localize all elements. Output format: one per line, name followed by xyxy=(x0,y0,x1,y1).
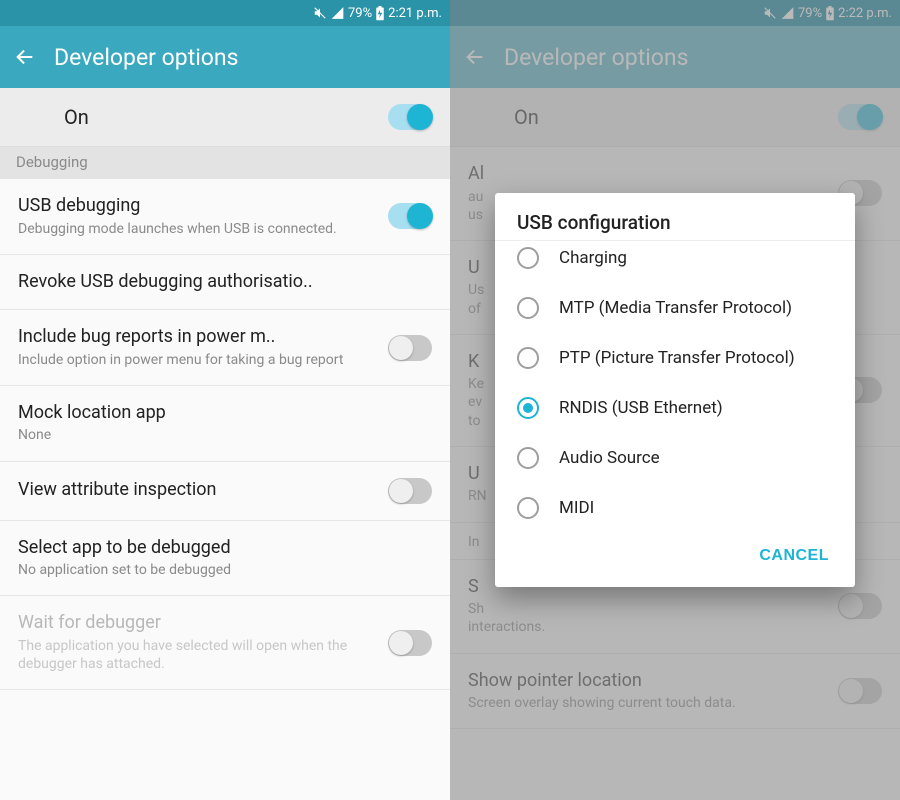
toggle-usb-debugging[interactable] xyxy=(388,203,432,229)
modal-overlay[interactable]: USB configuration Charging MTP (Media Tr… xyxy=(450,0,900,800)
radio-option-audio-source[interactable]: Audio Source xyxy=(495,433,855,483)
master-toggle[interactable] xyxy=(388,104,432,130)
radio-icon xyxy=(517,497,539,519)
battery-charging-icon xyxy=(375,6,385,21)
radio-icon xyxy=(517,247,539,269)
section-header-debugging: Debugging xyxy=(0,147,450,179)
row-title: Wait for debugger xyxy=(18,612,376,635)
settings-list: USB debugging Debugging mode launches wh… xyxy=(0,179,450,800)
radio-label: MTP (Media Transfer Protocol) xyxy=(559,297,792,319)
master-toggle-row[interactable]: On xyxy=(0,88,450,147)
radio-label: RNDIS (USB Ethernet) xyxy=(559,397,723,419)
app-bar: Developer options xyxy=(0,26,450,88)
row-subtitle: None xyxy=(18,426,432,444)
row-wait-for-debugger: Wait for debugger The application you ha… xyxy=(0,596,450,690)
row-title: Include bug reports in power m.. xyxy=(18,326,376,349)
radio-option-charging[interactable]: Charging xyxy=(495,241,855,283)
master-toggle-label: On xyxy=(64,105,89,129)
status-bar: 79% 2:21 p.m. xyxy=(0,0,450,26)
radio-icon xyxy=(517,297,539,319)
row-subtitle: No application set to be debugged xyxy=(18,561,432,579)
dialog-actions: CANCEL xyxy=(495,533,855,579)
row-title: Mock location app xyxy=(18,402,432,425)
radio-label: Audio Source xyxy=(559,447,660,469)
toggle-wait-debugger xyxy=(388,630,432,656)
usb-configuration-dialog: USB configuration Charging MTP (Media Tr… xyxy=(495,193,855,588)
row-select-debug-app[interactable]: Select app to be debugged No application… xyxy=(0,521,450,597)
signal-icon xyxy=(330,6,345,20)
row-title: Revoke USB debugging authorisatio.. xyxy=(18,271,432,294)
battery-text: 79% xyxy=(348,6,372,21)
row-subtitle: Include option in power menu for taking … xyxy=(18,351,376,369)
toggle-bug-reports[interactable] xyxy=(388,335,432,361)
row-mock-location-app[interactable]: Mock location app None xyxy=(0,386,450,462)
screen-right: 79% 2:22 p.m. Developer options On Al au… xyxy=(450,0,900,800)
row-subtitle: The application you have selected will o… xyxy=(18,637,376,673)
row-title: View attribute inspection xyxy=(18,479,376,502)
radio-option-rndis[interactable]: RNDIS (USB Ethernet) xyxy=(495,383,855,433)
radio-option-mtp[interactable]: MTP (Media Transfer Protocol) xyxy=(495,283,855,333)
toggle-attr-inspection[interactable] xyxy=(388,478,432,504)
mute-icon xyxy=(313,6,327,20)
radio-icon xyxy=(517,447,539,469)
row-view-attribute-inspection[interactable]: View attribute inspection xyxy=(0,462,450,521)
radio-icon xyxy=(517,347,539,369)
page-title: Developer options xyxy=(54,44,239,71)
cancel-button[interactable]: CANCEL xyxy=(747,539,841,573)
radio-label: PTP (Picture Transfer Protocol) xyxy=(559,347,795,369)
radio-option-midi[interactable]: MIDI xyxy=(495,483,855,533)
radio-icon xyxy=(517,397,539,419)
row-title: USB debugging xyxy=(18,195,376,218)
radio-option-ptp[interactable]: PTP (Picture Transfer Protocol) xyxy=(495,333,855,383)
screen-left: 79% 2:21 p.m. Developer options On Debug… xyxy=(0,0,450,800)
dialog-title: USB configuration xyxy=(495,211,855,240)
back-icon[interactable] xyxy=(14,46,36,68)
row-title: Select app to be debugged xyxy=(18,537,432,560)
row-subtitle: Debugging mode launches when USB is conn… xyxy=(18,220,376,238)
radio-label: MIDI xyxy=(559,497,594,519)
radio-label: Charging xyxy=(559,247,627,269)
row-bug-reports-power-menu[interactable]: Include bug reports in power m.. Include… xyxy=(0,310,450,386)
clock-text: 2:21 p.m. xyxy=(388,6,442,21)
row-revoke-usb-auth[interactable]: Revoke USB debugging authorisatio.. xyxy=(0,255,450,311)
row-usb-debugging[interactable]: USB debugging Debugging mode launches wh… xyxy=(0,179,450,255)
